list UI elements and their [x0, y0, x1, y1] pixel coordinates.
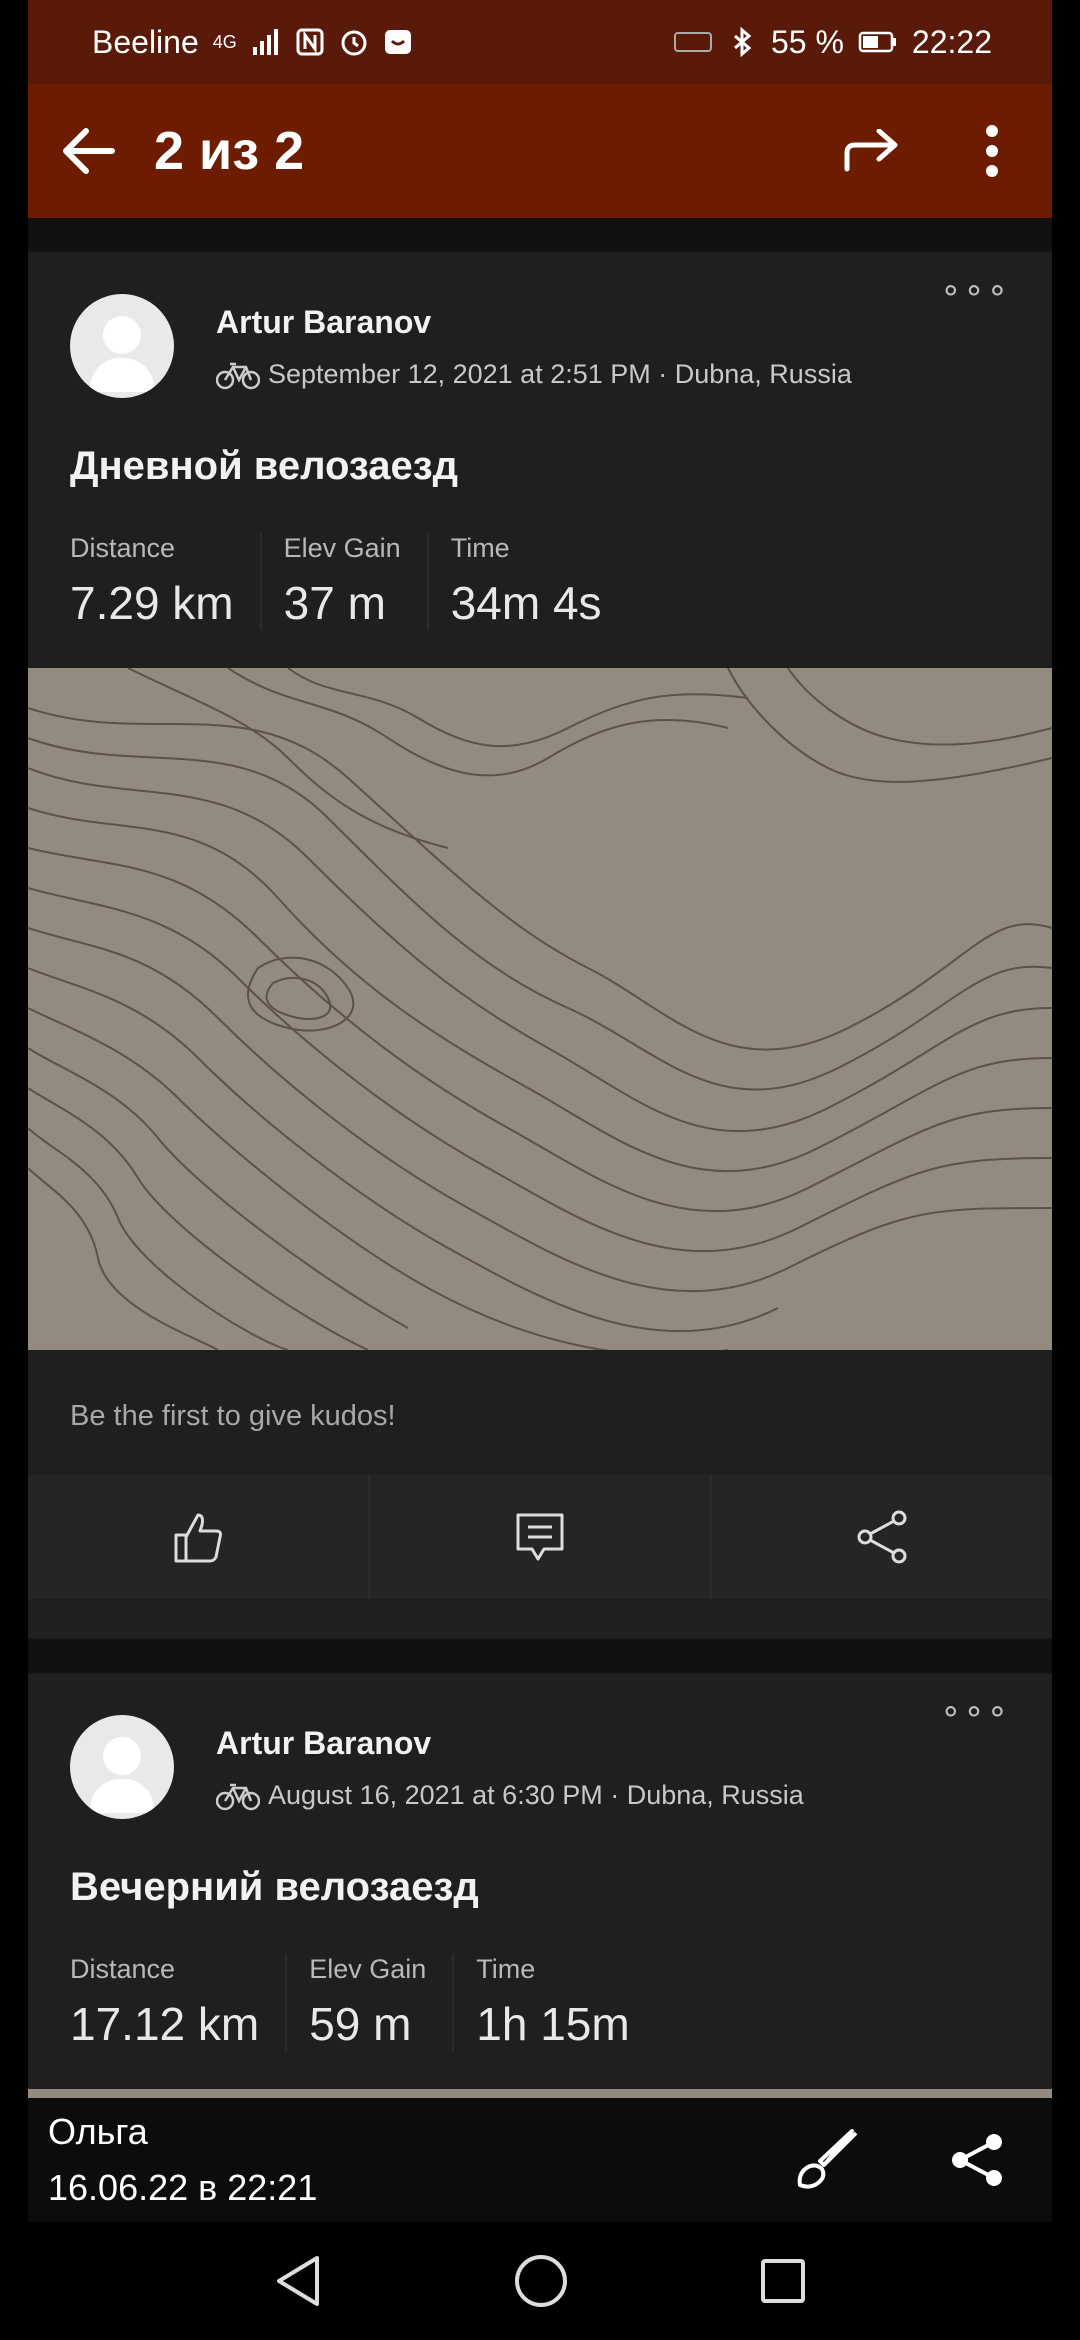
activity-feed[interactable]: Artur Baranov September 12, 2021 at 2:51…	[28, 218, 1052, 2098]
feed-spacer	[28, 218, 1052, 252]
clock: 22:22	[911, 23, 992, 60]
carrier-label: Beeline	[92, 23, 199, 60]
stat-value: 59 m	[309, 1998, 412, 2050]
share-button[interactable]	[712, 1475, 1052, 1599]
forward-button[interactable]	[812, 84, 932, 218]
stat-label: Elev Gain	[283, 533, 401, 563]
stat-value: 1h 15m	[476, 1998, 630, 2050]
bike-icon	[216, 1783, 260, 1810]
activity-date-location: September 12, 2021 at 2:51 PM · Dubna, R…	[268, 359, 852, 389]
signal-icon	[252, 29, 278, 55]
comment-button[interactable]	[370, 1475, 712, 1599]
network-type: 4G	[212, 31, 237, 52]
stat-elev-gain: Elev Gain 37 m	[284, 533, 429, 630]
nav-back-icon[interactable]	[273, 2254, 323, 2308]
card-header: Artur Baranov August 16, 2021 at 6:30 PM…	[28, 1673, 1052, 1819]
overflow-menu-button[interactable]	[932, 84, 1052, 218]
page-title: 2 из 2	[154, 121, 305, 181]
activity-meta: August 16, 2021 at 6:30 PM · Dubna, Russ…	[216, 1780, 804, 1811]
nav-home-icon[interactable]	[513, 2253, 569, 2309]
kudos-prompt: Be the first to give kudos!	[70, 1400, 396, 1432]
stat-value: 7.29 km	[70, 577, 234, 629]
vpn-icon	[673, 32, 712, 52]
card-more-button[interactable]: ∘∘∘	[940, 270, 1010, 310]
topo-map-image	[28, 2089, 1052, 2098]
app-notification-icon	[384, 30, 411, 54]
brush-icon	[797, 2129, 858, 2189]
kudos-button[interactable]	[28, 1475, 370, 1599]
screen: Beeline 4G 55 % 22:22 2 из 2 Artur Baran…	[0, 0, 1080, 2340]
overflow-menu-icon	[986, 125, 998, 177]
system-nav-bar	[0, 2222, 1080, 2340]
stat-time: Time 1h 15m	[476, 1954, 655, 2051]
stat-label: Distance	[70, 1954, 176, 1984]
card-spacer	[28, 1599, 1052, 1639]
stat-value: 37 m	[283, 577, 386, 629]
comment-icon	[516, 1513, 564, 1561]
stat-distance: Distance 17.12 km	[70, 1954, 288, 2051]
stat-value: 34m 4s	[450, 577, 602, 629]
forward-share-icon	[844, 129, 898, 172]
nav-recents-icon[interactable]	[759, 2257, 807, 2305]
card-more-button[interactable]: ∘∘∘	[940, 1691, 1010, 1731]
stat-elev-gain: Elev Gain 59 m	[309, 1954, 455, 2051]
stat-label: Time	[476, 1954, 536, 1984]
activity-map[interactable]	[28, 2089, 1052, 2098]
battery-icon	[858, 31, 896, 53]
stat-distance: Distance 7.29 km	[70, 533, 262, 630]
avatar[interactable]	[70, 294, 174, 398]
share-image-button[interactable]	[902, 2098, 1052, 2222]
athlete-name[interactable]: Artur Baranov	[216, 304, 852, 341]
activity-map[interactable]	[28, 668, 1052, 1350]
activity-title[interactable]: Вечерний велозаезд	[28, 1819, 1052, 1910]
viewer-info-bar: Ольга 16.06.22 в 22:21	[28, 2098, 1052, 2222]
card-actions	[28, 1475, 1052, 1599]
sender-name: Ольга	[48, 2111, 148, 2152]
bluetooth-icon	[734, 27, 752, 57]
activity-date-location: August 16, 2021 at 6:30 PM · Dubna, Russ…	[268, 1780, 804, 1810]
activity-card[interactable]: Artur Baranov August 16, 2021 at 6:30 PM…	[28, 1673, 1052, 2098]
nfc-icon	[296, 28, 324, 56]
stat-value: 17.12 km	[70, 1998, 260, 2050]
card-header: Artur Baranov September 12, 2021 at 2:51…	[28, 252, 1052, 398]
share-icon	[952, 2134, 1002, 2186]
sent-date: 16.06.22 в 22:21	[48, 2167, 318, 2208]
avatar[interactable]	[70, 1715, 174, 1819]
activity-stats: Distance 17.12 km Elev Gain 59 m Time 1h…	[28, 1910, 1052, 2089]
battery-percent: 55 %	[770, 23, 844, 60]
topo-map-image	[28, 668, 1052, 1350]
alarm-icon	[341, 30, 367, 56]
sender-info: Ольга 16.06.22 в 22:21	[28, 2111, 752, 2209]
edit-button[interactable]	[752, 2098, 902, 2222]
share-icon	[857, 1510, 907, 1564]
thumbs-up-icon	[174, 1513, 222, 1563]
app-toolbar: 2 из 2	[28, 84, 1052, 218]
activity-stats: Distance 7.29 km Elev Gain 37 m Time 34m…	[28, 489, 1052, 668]
back-arrow-icon	[63, 128, 115, 174]
athlete-info: Artur Baranov September 12, 2021 at 2:51…	[216, 294, 852, 398]
activity-card[interactable]: Artur Baranov September 12, 2021 at 2:51…	[28, 252, 1052, 1639]
back-button[interactable]	[28, 84, 148, 218]
activity-title[interactable]: Дневной велозаезд	[28, 398, 1052, 489]
activity-meta: September 12, 2021 at 2:51 PM · Dubna, R…	[216, 359, 852, 390]
bike-icon	[216, 362, 260, 389]
stat-label: Distance	[70, 533, 176, 563]
status-bar: Beeline 4G 55 % 22:22	[28, 0, 1052, 84]
feed-spacer	[28, 1639, 1052, 1673]
athlete-name[interactable]: Artur Baranov	[216, 1725, 804, 1762]
athlete-info: Artur Baranov August 16, 2021 at 6:30 PM…	[216, 1715, 804, 1819]
stat-label: Time	[450, 533, 510, 563]
stat-label: Elev Gain	[309, 1954, 427, 1984]
stat-time: Time 34m 4s	[451, 533, 628, 630]
